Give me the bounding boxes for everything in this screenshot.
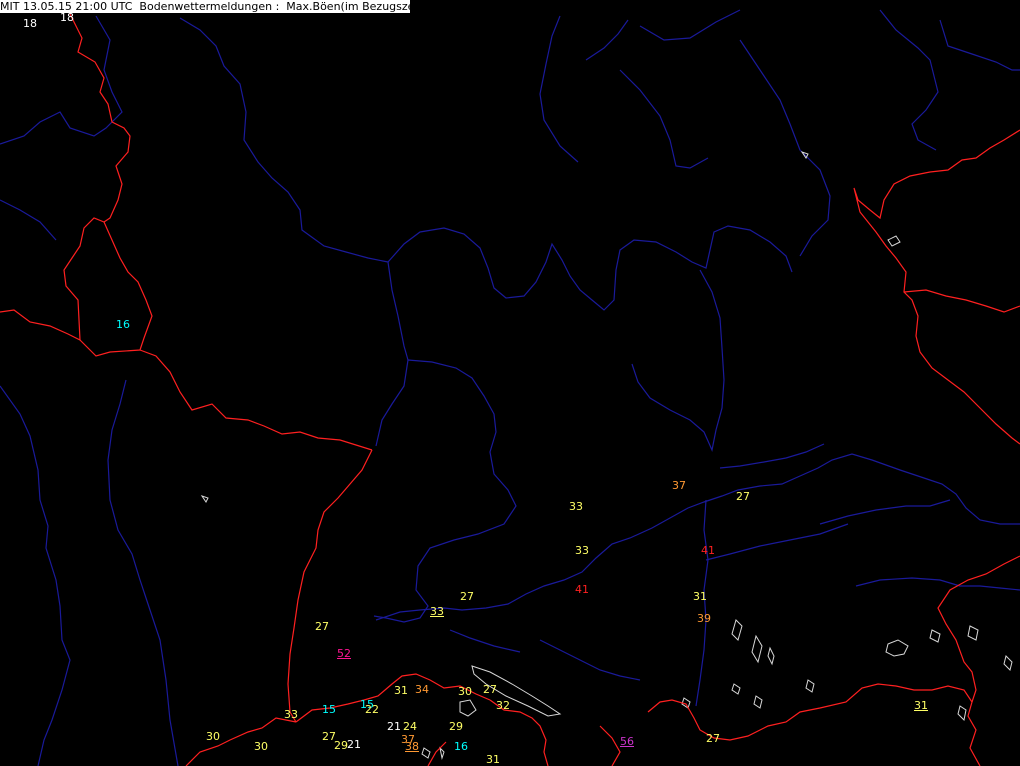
river-segment-11 — [705, 523, 849, 561]
lake-outline-2 — [459, 699, 477, 717]
border-segment-10 — [599, 725, 621, 766]
river-segment-20 — [879, 9, 939, 151]
station-gust-value: 33 — [569, 500, 583, 513]
weather-map: MIT 13.05.15 21:00 UTC Bodenwettermeldun… — [0, 0, 1020, 766]
lake-outline-6 — [885, 639, 909, 657]
river-lines — [0, 9, 1020, 766]
station-gust-value: 38 — [405, 740, 419, 753]
river-segment-16 — [585, 19, 629, 61]
lake-outline-13 — [1003, 655, 1013, 671]
station-gust-value: 21 — [387, 720, 401, 733]
country-borders — [0, 13, 1020, 766]
border-segment-4 — [139, 349, 373, 451]
lake-outline-10 — [731, 683, 741, 695]
station-gust-value: 15 — [322, 703, 336, 716]
border-segment-14 — [903, 289, 1020, 313]
lake-outline-19 — [439, 746, 445, 760]
station-gust-value: 16 — [454, 740, 468, 753]
river-segment-13 — [0, 385, 71, 766]
river-segment-10 — [819, 499, 951, 525]
station-gust-value: 41 — [575, 583, 589, 596]
station-gust-value: 27 — [483, 683, 497, 696]
river-segment-3 — [387, 225, 793, 311]
border-segment-12 — [937, 555, 1020, 703]
river-segment-5 — [375, 261, 409, 447]
river-segment-15 — [539, 15, 579, 163]
station-gust-value: 31 — [486, 753, 500, 766]
lake-outline-4 — [751, 634, 763, 664]
border-segment-3 — [79, 221, 153, 357]
lake-outline-7 — [929, 629, 941, 643]
station-gust-value: 22 — [365, 703, 379, 716]
river-segment-9 — [695, 499, 709, 707]
lake-outlines — [200, 151, 1013, 760]
station-gust-value: 33 — [284, 708, 298, 721]
station-gust-value: 39 — [697, 612, 711, 625]
border-segment-13 — [853, 129, 1020, 445]
lake-outline-8 — [967, 625, 979, 641]
map-layers — [0, 9, 1020, 766]
station-gust-value: 56 — [620, 735, 634, 748]
station-gust-value: 37 — [672, 479, 686, 492]
river-segment-21 — [939, 19, 1020, 71]
station-gust-value: 52 — [337, 647, 351, 660]
station-gust-value: 31 — [914, 699, 928, 712]
river-segment-4 — [631, 269, 725, 452]
station-gust-value: 18 — [23, 17, 37, 30]
station-gust-value: 30 — [254, 740, 268, 753]
river-segment-2 — [179, 17, 389, 263]
station-gust-value: 32 — [496, 699, 510, 712]
lake-outline-18 — [421, 747, 431, 759]
station-gust-value: 27 — [460, 590, 474, 603]
station-gust-value: 33 — [575, 544, 589, 557]
station-gust-value: 34 — [415, 683, 429, 696]
station-gust-value: 27 — [315, 620, 329, 633]
lake-outline-16 — [200, 495, 209, 503]
station-gust-value: 27 — [706, 732, 720, 745]
station-gust-value: 30 — [206, 730, 220, 743]
station-gust-value: 33 — [430, 605, 444, 618]
river-segment-24 — [0, 199, 57, 241]
lake-outline-11 — [753, 695, 763, 709]
lake-outline-5 — [767, 646, 775, 666]
lake-outline-14 — [887, 235, 901, 247]
border-segment-6 — [185, 717, 297, 766]
border-segment-5 — [287, 449, 373, 723]
station-gust-value: 18 — [60, 11, 74, 24]
station-gust-value: 30 — [458, 685, 472, 698]
station-gust-value: 21 — [347, 738, 361, 751]
station-gust-value: 31 — [394, 684, 408, 697]
station-gust-value: 16 — [116, 318, 130, 331]
river-segment-12 — [855, 577, 1020, 591]
river-segment-19 — [739, 39, 831, 257]
river-segment-17 — [619, 69, 709, 169]
station-gust-value: 31 — [693, 590, 707, 603]
river-segment-23 — [449, 629, 521, 653]
lake-outline-9 — [805, 679, 815, 693]
river-segment-22 — [539, 639, 641, 681]
border-segment-1 — [69, 13, 131, 223]
station-gust-value: 24 — [403, 720, 417, 733]
river-segment-18 — [639, 9, 741, 41]
station-gust-value: 41 — [701, 544, 715, 557]
station-gust-value: 29 — [334, 739, 348, 752]
river-segment-14 — [107, 379, 179, 766]
station-gust-value: 27 — [736, 490, 750, 503]
station-gust-value: 29 — [449, 720, 463, 733]
river-segment-8 — [719, 443, 825, 469]
lake-outline-3 — [731, 619, 743, 641]
lake-outline-17 — [957, 705, 967, 722]
